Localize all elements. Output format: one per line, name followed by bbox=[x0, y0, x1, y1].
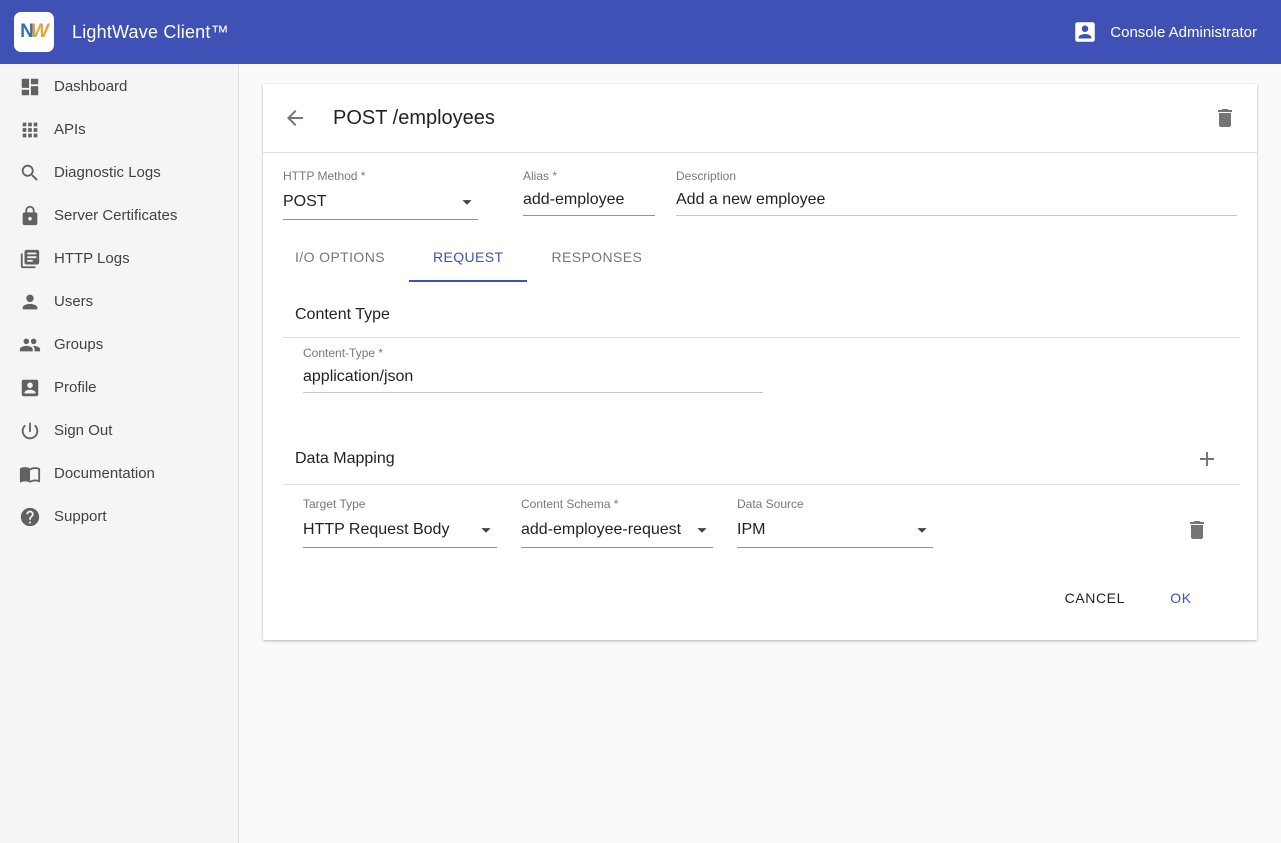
target-type-select[interactable]: Target Type HTTP Request Body bbox=[303, 497, 497, 548]
sidebar-item-label: Groups bbox=[54, 336, 103, 353]
back-arrow-icon[interactable] bbox=[283, 106, 307, 130]
sidebar-item-label: Dashboard bbox=[54, 78, 127, 95]
app-title: LightWave Client™ bbox=[72, 22, 229, 43]
search-icon bbox=[19, 162, 41, 184]
data-source-select[interactable]: Data Source IPM bbox=[737, 497, 933, 548]
content-type-divider bbox=[283, 337, 1240, 338]
sidebar-item-label: Support bbox=[54, 508, 107, 525]
sidebar-item-label: Users bbox=[54, 293, 93, 310]
sidebar-item-support[interactable]: Support bbox=[0, 495, 238, 538]
sidebar-item-label: Profile bbox=[54, 379, 97, 396]
sidebar-item-diagnostic-logs[interactable]: Diagnostic Logs bbox=[0, 151, 238, 194]
content-type-heading: Content Type bbox=[295, 306, 1219, 324]
chevron-down-icon bbox=[691, 519, 713, 541]
dashboard-icon bbox=[19, 76, 41, 98]
sidebar-item-users[interactable]: Users bbox=[0, 280, 238, 323]
sidebar-item-groups[interactable]: Groups bbox=[0, 323, 238, 366]
account-box-icon bbox=[1072, 19, 1098, 45]
add-mapping-icon[interactable] bbox=[1195, 447, 1219, 471]
app-shell: Dashboard APIs Diagnostic Logs Server Ce… bbox=[0, 64, 1281, 843]
tab-request[interactable]: REQUEST bbox=[409, 234, 527, 282]
app-bar: NW LightWave Client™ Console Administrat… bbox=[0, 0, 1281, 64]
power-icon bbox=[19, 420, 41, 442]
sidebar-item-label: Diagnostic Logs bbox=[54, 164, 161, 181]
tab-io-options[interactable]: I/O OPTIONS bbox=[271, 234, 409, 282]
http-method-value: POST bbox=[283, 193, 327, 211]
apps-icon bbox=[19, 119, 41, 141]
people-icon bbox=[19, 334, 41, 356]
sidebar-item-label: Sign Out bbox=[54, 422, 112, 439]
content-type-value: application/json bbox=[303, 368, 413, 386]
content-schema-select[interactable]: Content Schema * add-employee-request bbox=[521, 497, 713, 548]
description-field[interactable]: Description Add a new employee bbox=[676, 169, 1237, 220]
content-type-label: Content-Type * bbox=[303, 346, 763, 360]
alias-label: Alias * bbox=[523, 169, 655, 183]
sidebar-item-sign-out[interactable]: Sign Out bbox=[0, 409, 238, 452]
description-value: Add a new employee bbox=[676, 191, 825, 209]
alias-field[interactable]: Alias * add-employee bbox=[523, 169, 655, 220]
sidebar-nav: Dashboard APIs Diagnostic Logs Server Ce… bbox=[0, 64, 239, 843]
section-gap bbox=[263, 393, 1257, 423]
detail-tabs: I/O OPTIONS REQUEST RESPONSES bbox=[271, 234, 1257, 282]
description-label: Description bbox=[676, 169, 1237, 183]
account-box-icon bbox=[19, 377, 41, 399]
app-logo: NW bbox=[14, 12, 54, 52]
delete-mapping-icon[interactable] bbox=[1185, 518, 1209, 542]
library-books-icon bbox=[19, 248, 41, 270]
sidebar-item-http-logs[interactable]: HTTP Logs bbox=[0, 237, 238, 280]
sidebar-item-label: HTTP Logs bbox=[54, 250, 130, 267]
http-method-label: HTTP Method * bbox=[283, 169, 478, 183]
sidebar-item-dashboard[interactable]: Dashboard bbox=[0, 65, 238, 108]
ok-button[interactable]: OK bbox=[1149, 580, 1213, 616]
content-type-field[interactable]: Content-Type * application/json bbox=[303, 346, 763, 393]
data-source-label: Data Source bbox=[737, 497, 933, 511]
user-name: Console Administrator bbox=[1110, 24, 1257, 41]
target-type-label: Target Type bbox=[303, 497, 497, 511]
chevron-down-icon bbox=[911, 519, 933, 541]
chevron-down-icon bbox=[456, 191, 478, 213]
form-actions: CANCEL OK bbox=[263, 548, 1257, 622]
open-book-icon bbox=[19, 463, 41, 485]
data-mapping-heading: Data Mapping bbox=[295, 447, 1219, 471]
sidebar-item-label: APIs bbox=[54, 121, 86, 138]
page-title: POST /employees bbox=[333, 107, 495, 130]
target-type-value: HTTP Request Body bbox=[303, 521, 449, 539]
logo-letter-w: W bbox=[31, 21, 48, 43]
sidebar-item-label: Server Certificates bbox=[54, 207, 177, 224]
delete-endpoint-icon[interactable] bbox=[1213, 106, 1237, 130]
sidebar-item-profile[interactable]: Profile bbox=[0, 366, 238, 409]
cancel-button[interactable]: CANCEL bbox=[1049, 580, 1141, 616]
card-header: POST /employees bbox=[263, 84, 1257, 152]
person-icon bbox=[19, 291, 41, 313]
lock-icon bbox=[19, 205, 41, 227]
mapping-row: Target Type HTTP Request Body Content Sc… bbox=[263, 485, 1257, 548]
data-source-value: IPM bbox=[737, 521, 765, 539]
endpoint-detail-card: POST /employees HTTP Method * POST Alias… bbox=[263, 84, 1257, 640]
chevron-down-icon bbox=[475, 519, 497, 541]
sidebar-item-server-certificates[interactable]: Server Certificates bbox=[0, 194, 238, 237]
account-menu[interactable]: Console Administrator bbox=[1072, 19, 1257, 45]
tab-responses[interactable]: RESPONSES bbox=[527, 234, 666, 282]
endpoint-fields-row: HTTP Method * POST Alias * add-employee … bbox=[263, 153, 1257, 220]
main-content: POST /employees HTTP Method * POST Alias… bbox=[239, 64, 1281, 843]
content-schema-value: add-employee-request bbox=[521, 521, 681, 539]
sidebar-item-apis[interactable]: APIs bbox=[0, 108, 238, 151]
help-icon bbox=[19, 506, 41, 528]
sidebar-item-label: Documentation bbox=[54, 465, 155, 482]
content-schema-label: Content Schema * bbox=[521, 497, 713, 511]
sidebar-item-documentation[interactable]: Documentation bbox=[0, 452, 238, 495]
alias-value: add-employee bbox=[523, 191, 624, 209]
http-method-select[interactable]: HTTP Method * POST bbox=[283, 169, 478, 220]
